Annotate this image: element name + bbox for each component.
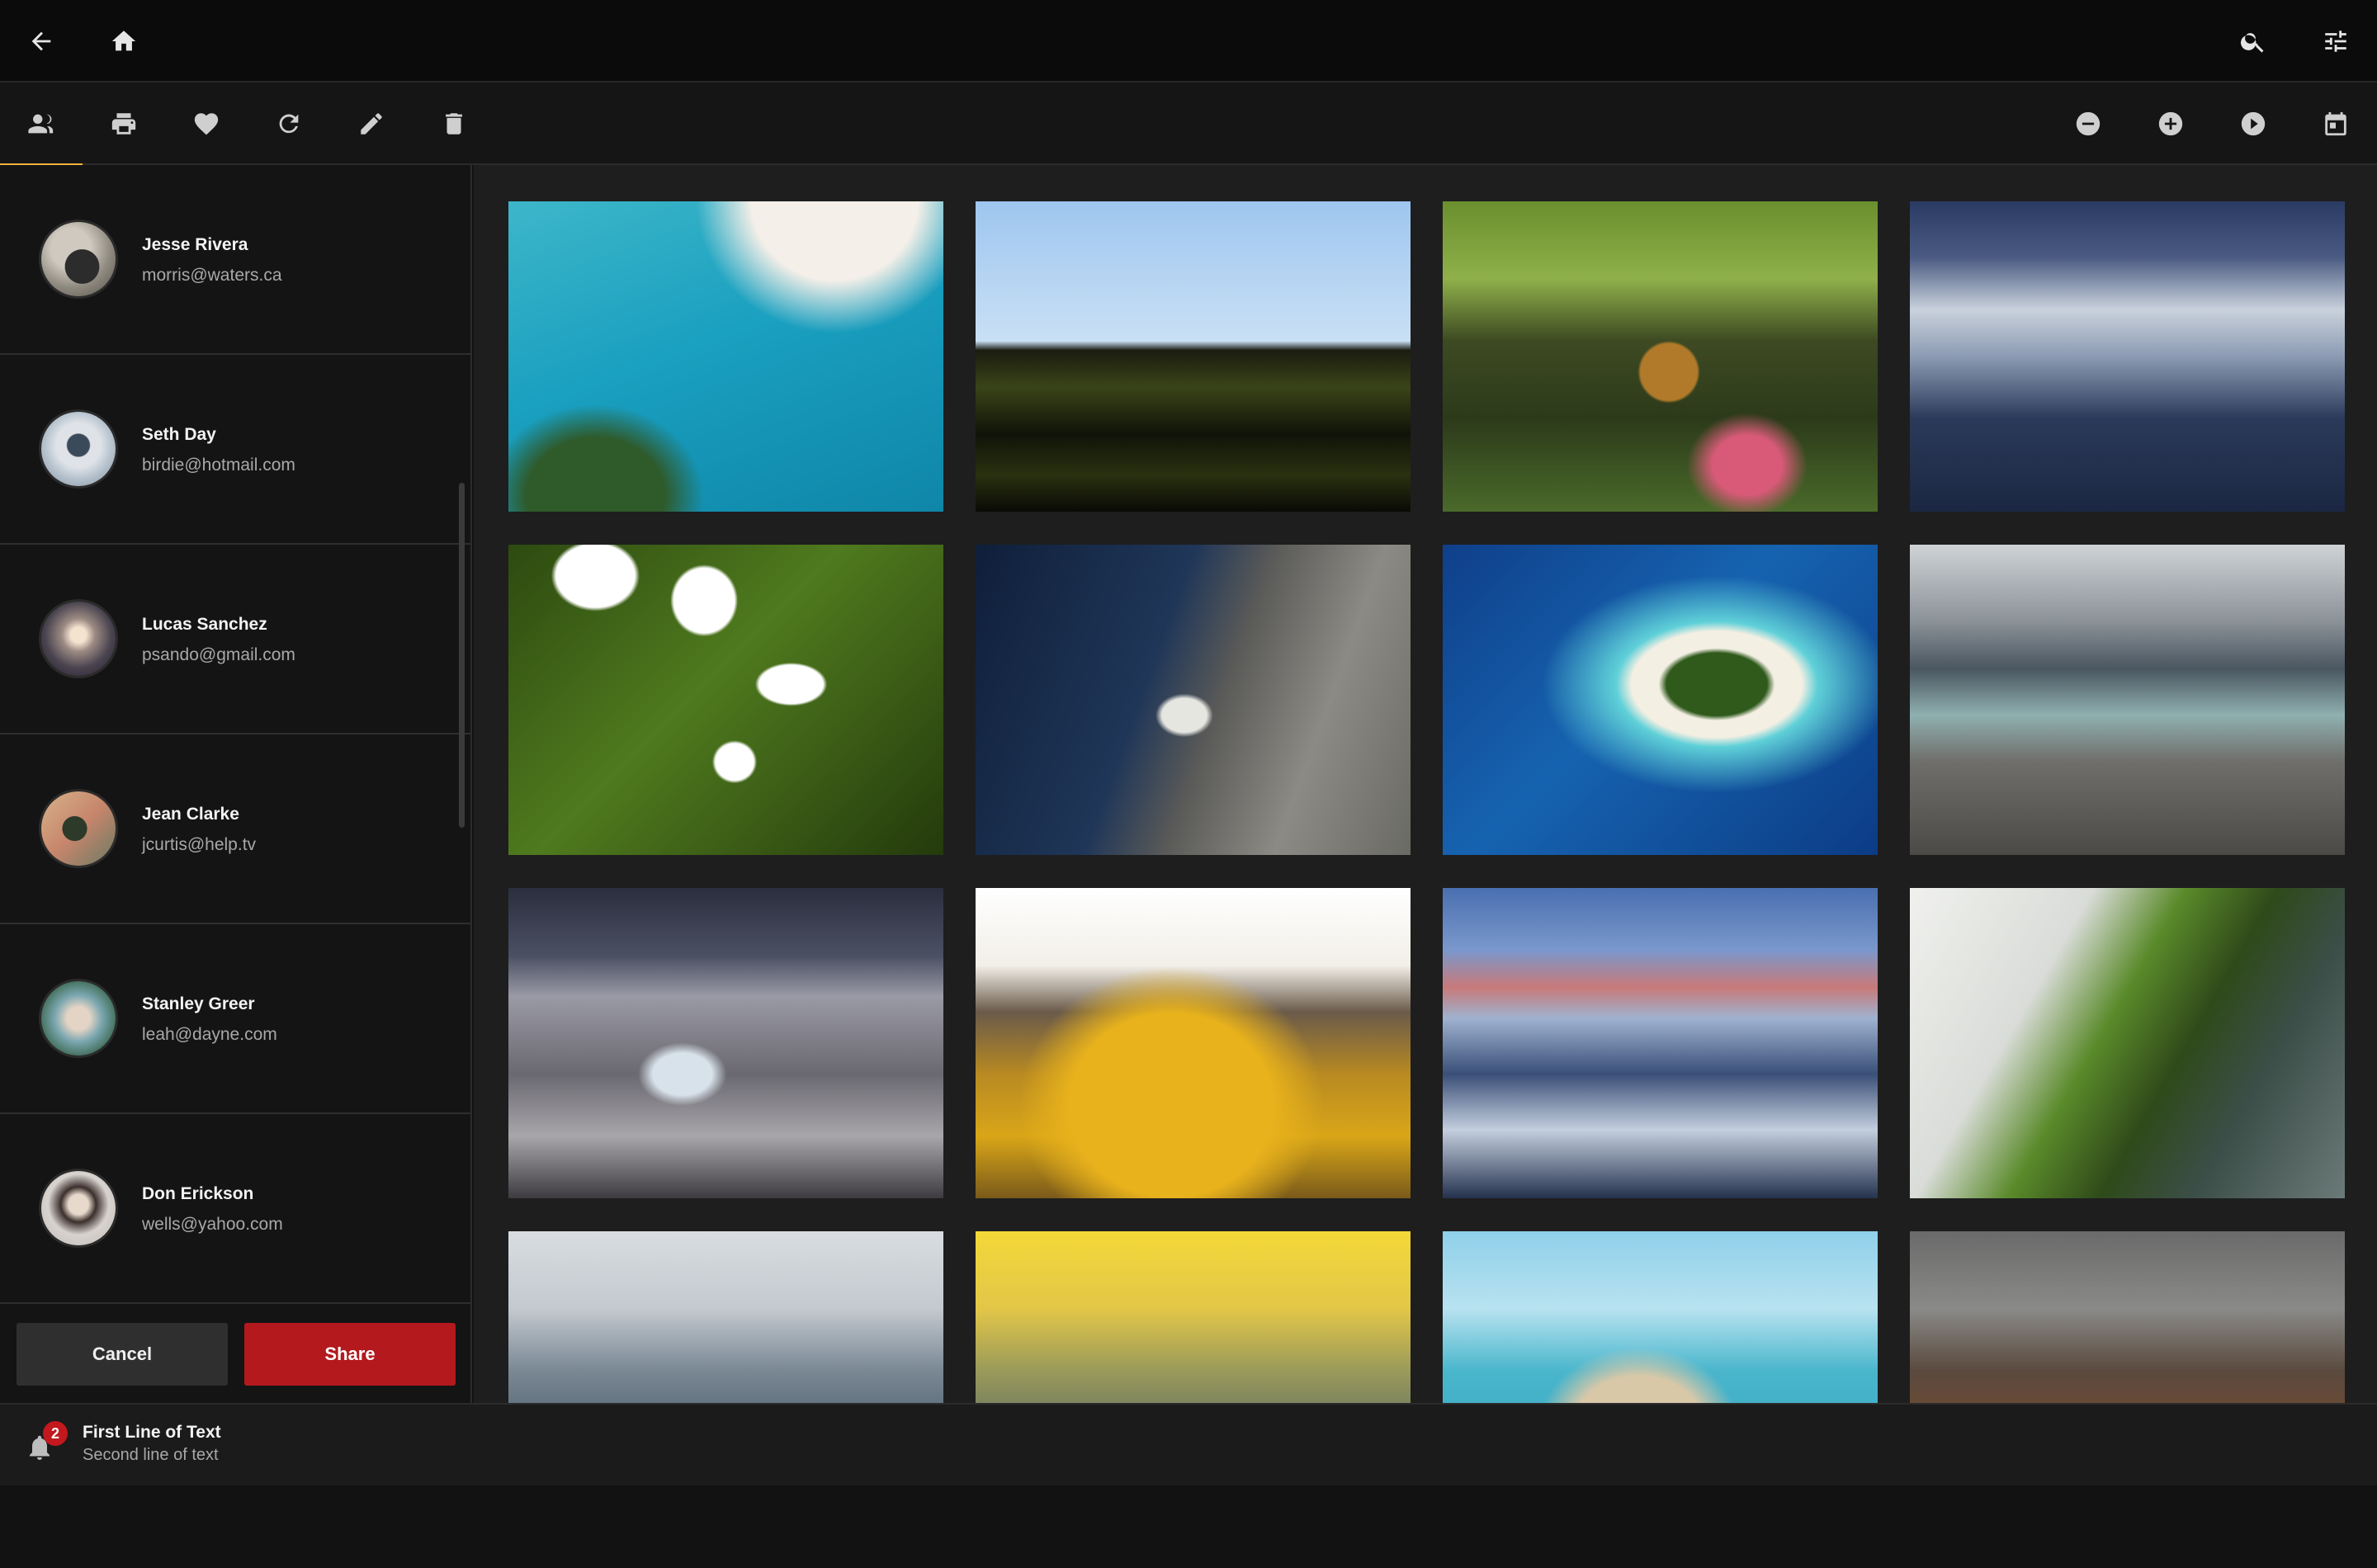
contact-name: Stanley Greer	[142, 994, 255, 1013]
search-icon	[2241, 33, 2264, 53]
photo-waterfall-valley[interactable]	[1910, 1231, 2345, 1403]
contact-list: Jesse Rivera morris@waters.ca Seth Day b…	[0, 165, 472, 1403]
filter-settings-button[interactable]	[2294, 0, 2377, 83]
play-button[interactable]	[2212, 83, 2294, 165]
contact-email: birdie@hotmail.com	[142, 456, 295, 475]
avatar	[39, 220, 118, 299]
photo-green-hills-snow[interactable]	[508, 545, 943, 855]
share-button[interactable]: Share	[244, 1323, 456, 1386]
contact-name: Seth Day	[142, 425, 216, 444]
people-icon	[28, 114, 54, 134]
refresh-icon	[279, 114, 299, 134]
sidebar-scrollbar[interactable]	[459, 483, 465, 828]
home-button[interactable]	[83, 0, 165, 83]
status-secondary-text: Second line of text	[83, 1446, 219, 1464]
print-icon	[111, 113, 136, 135]
contact-item[interactable]: Stanley Greer leah@dayne.com	[0, 924, 470, 1114]
favorite-button[interactable]	[165, 83, 248, 165]
heart-icon	[194, 113, 219, 135]
calendar-icon	[2325, 111, 2346, 136]
edit-icon	[361, 113, 382, 135]
edit-button[interactable]	[330, 83, 413, 165]
photo-ice-beach[interactable]	[508, 888, 943, 1198]
photo-pier-mountains[interactable]	[1910, 545, 2345, 855]
cancel-button[interactable]: Cancel	[17, 1323, 228, 1386]
avatar	[39, 979, 118, 1058]
contact-email: morris@waters.ca	[142, 266, 282, 285]
photo-lighthouse-island[interactable]	[1443, 1231, 1878, 1403]
contact-name: Jean Clarke	[142, 805, 239, 824]
search-button[interactable]	[2212, 0, 2294, 83]
tune-icon	[2325, 31, 2346, 52]
delete-button[interactable]	[413, 83, 495, 165]
photo-cliff-coast[interactable]	[1910, 888, 2345, 1198]
photo-mountain-range[interactable]	[508, 1231, 943, 1403]
photo-cypress-field[interactable]	[976, 201, 1411, 512]
photo-night-boat-cliff[interactable]	[976, 545, 1411, 855]
photo-atoll-island[interactable]	[1443, 545, 1878, 855]
zoom-in-button[interactable]	[2129, 83, 2212, 165]
contact-item[interactable]: Seth Day birdie@hotmail.com	[0, 355, 470, 545]
contact-item[interactable]: Jean Clarke jcurtis@help.tv	[0, 734, 470, 924]
photo-yellow-flowers[interactable]	[976, 888, 1411, 1198]
delete-icon	[446, 113, 462, 135]
back-arrow-icon	[31, 31, 51, 51]
avatar	[39, 599, 118, 678]
contact-email: psando@gmail.com	[142, 645, 295, 664]
status-primary-text: First Line of Text	[83, 1423, 221, 1442]
photo-hobbit-house[interactable]	[1443, 201, 1878, 512]
photo-golden-mountains[interactable]	[976, 1231, 1411, 1403]
contact-item[interactable]: Jesse Rivera morris@waters.ca	[0, 165, 470, 355]
app-bar	[0, 0, 2377, 83]
toolbar	[0, 83, 2377, 167]
zoom-out-icon	[2076, 111, 2101, 136]
back-button[interactable]	[0, 0, 83, 83]
contact-name: Lucas Sanchez	[142, 615, 267, 634]
avatar	[39, 789, 118, 868]
calendar-button[interactable]	[2294, 83, 2377, 165]
photo-snowy-mountains[interactable]	[1443, 888, 1878, 1198]
contact-item[interactable]: Don Erickson wells@yahoo.com	[0, 1114, 470, 1304]
contact-item[interactable]: Lucas Sanchez psando@gmail.com	[0, 545, 470, 734]
contact-email: wells@yahoo.com	[142, 1215, 283, 1234]
avatar	[39, 1169, 118, 1248]
contact-name: Don Erickson	[142, 1184, 254, 1203]
notification-bar: 2 First Line of Text Second line of text	[0, 1403, 2377, 1485]
zoom-in-icon	[2158, 111, 2183, 136]
photo-gallery	[474, 165, 2377, 1403]
play-icon	[2241, 111, 2266, 136]
notification-count-badge: 2	[43, 1421, 68, 1446]
avatar	[39, 409, 118, 489]
photo-misty-forest[interactable]	[1910, 201, 2345, 512]
home-icon	[111, 31, 136, 51]
print-button[interactable]	[83, 83, 165, 165]
zoom-out-button[interactable]	[2047, 83, 2129, 165]
contact-email: jcurtis@help.tv	[142, 835, 257, 854]
tab-people[interactable]	[0, 83, 83, 167]
contact-email: leah@dayne.com	[142, 1025, 277, 1044]
photo-beach[interactable]	[508, 201, 943, 512]
contact-name: Jesse Rivera	[142, 235, 248, 254]
refresh-button[interactable]	[248, 83, 330, 165]
